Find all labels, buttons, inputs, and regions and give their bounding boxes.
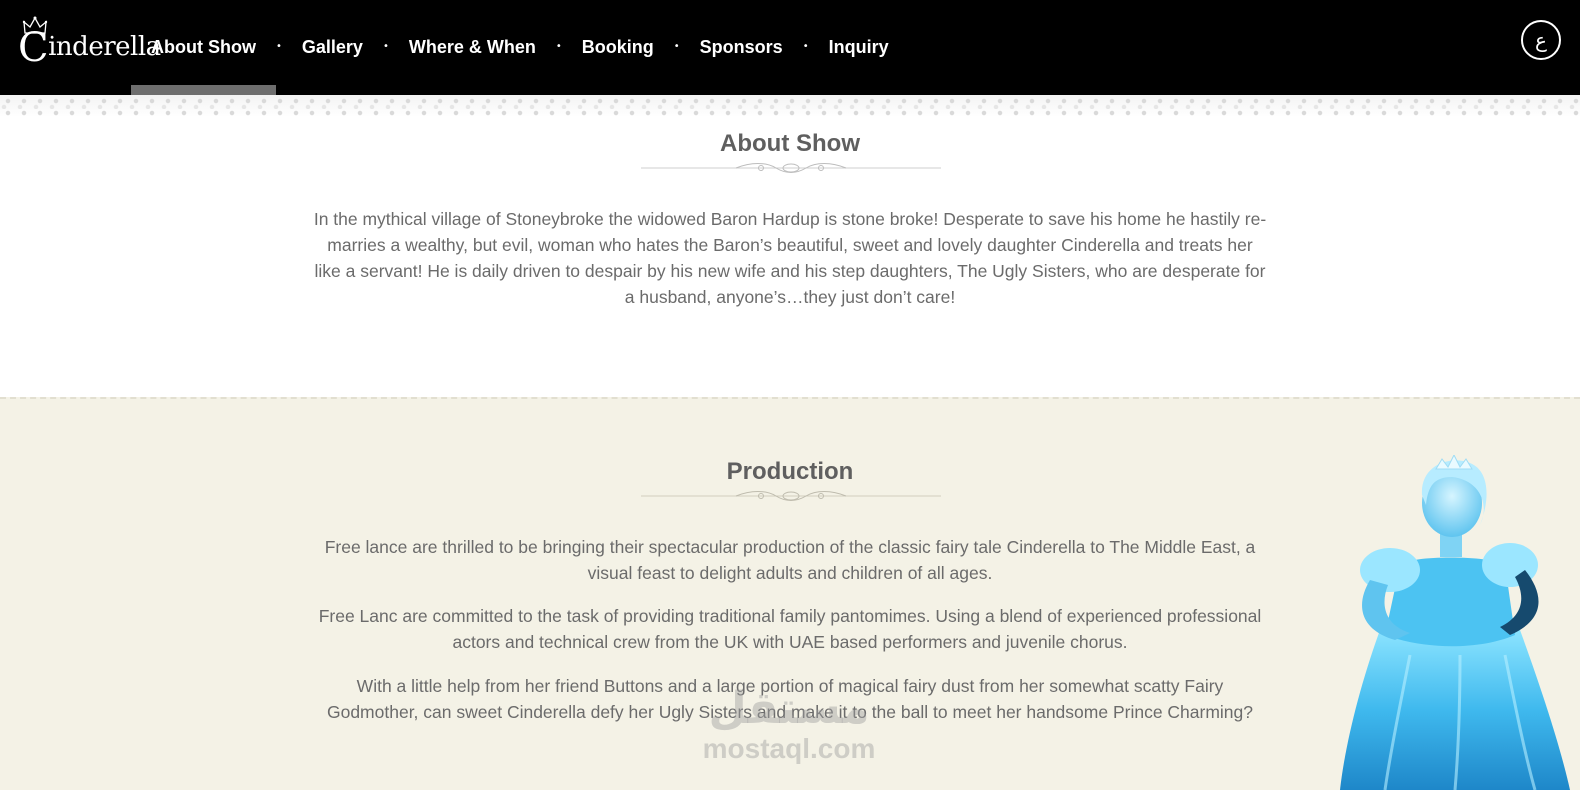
nav-label: Gallery [301, 37, 363, 57]
ornament-divider [641, 163, 941, 173]
production-paragraph: With a little help from her friend Butto… [326, 676, 1254, 722]
nav-where-when[interactable]: Where & When [389, 0, 556, 95]
nav-label: Where & When [408, 37, 536, 57]
nav-label: About Show [151, 37, 256, 57]
cinderella-figure-image [1340, 455, 1570, 790]
lace-border [0, 95, 1580, 117]
production-paragraph: Free Lanc are committed to the task of p… [318, 606, 1262, 652]
language-toggle-button[interactable]: ع [1521, 20, 1561, 60]
main-nav: About Show • Gallery • Where & When • Bo… [131, 0, 909, 95]
nav-booking[interactable]: Booking [562, 0, 674, 95]
nav-sponsors[interactable]: Sponsors [680, 0, 803, 95]
production-paragraph: Free lance are thrilled to be bringing t… [324, 537, 1256, 583]
about-show-title: About Show [720, 130, 860, 157]
top-navigation-bar: Cinderella About Show • Gallery • Where … [0, 0, 1580, 95]
cinderella-logo[interactable]: Cinderella [18, 16, 161, 72]
nav-about-show[interactable]: About Show [131, 0, 276, 95]
nav-label: Sponsors [699, 37, 783, 57]
nav-label: Booking [581, 37, 654, 57]
nav-inquiry[interactable]: Inquiry [809, 0, 909, 95]
nav-gallery[interactable]: Gallery [282, 0, 383, 95]
ornament-divider [641, 491, 941, 501]
about-show-text: In the mythical village of Stoneybroke t… [313, 209, 1267, 307]
nav-label: Inquiry [828, 37, 889, 57]
